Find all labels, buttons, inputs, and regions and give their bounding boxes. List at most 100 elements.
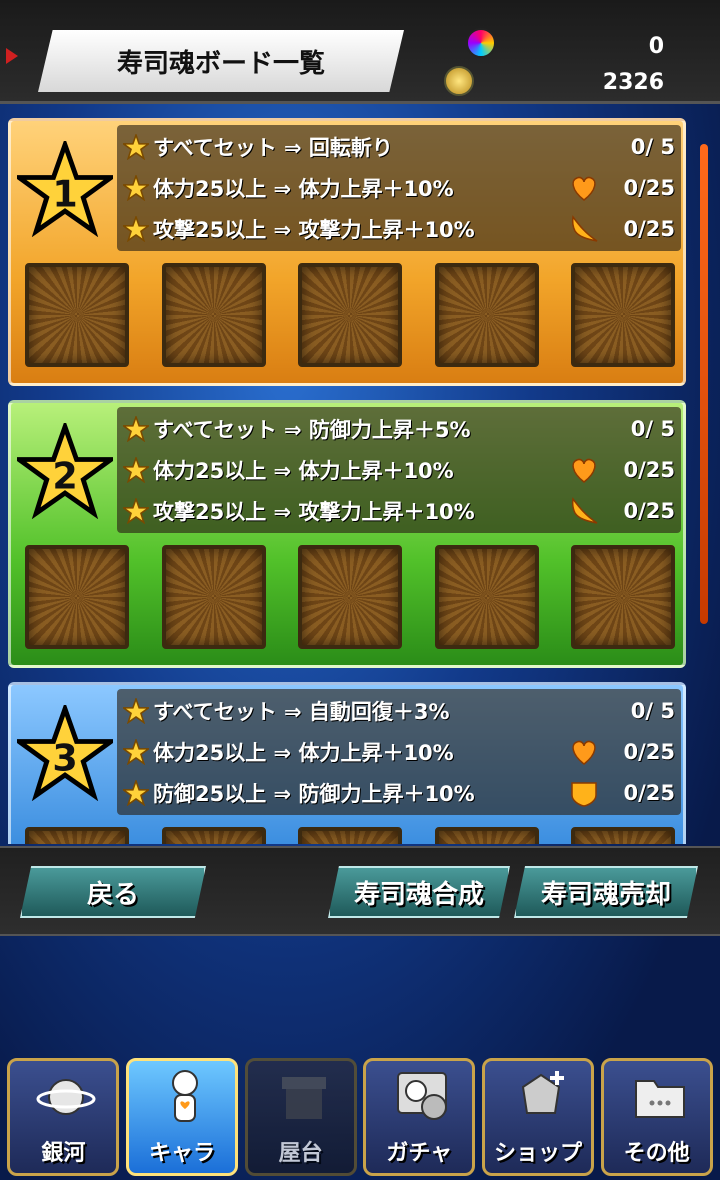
sushi-slot[interactable] — [434, 827, 539, 844]
sushi-slot[interactable] — [161, 263, 266, 367]
board-3[interactable]: 3 すべてセット ⇒ 自動回復＋3% 0/ 5 体力25以上 ⇒ 体力上昇＋10… — [8, 682, 686, 844]
bonus-count: 0/25 — [623, 176, 675, 200]
sushi-slot[interactable] — [25, 263, 129, 367]
bonus-count: 0/25 — [623, 499, 675, 523]
sushi-slot[interactable] — [571, 263, 675, 367]
star-icon — [123, 780, 149, 806]
sushi-slot[interactable] — [434, 263, 539, 367]
sushi-slot[interactable] — [571, 545, 675, 649]
scrollbar[interactable] — [700, 144, 708, 624]
claw-icon — [571, 215, 598, 242]
bonus-row: 攻撃25以上 ⇒ 攻撃力上昇＋10% 0/25 — [123, 491, 679, 531]
sushi-slot[interactable] — [161, 827, 266, 844]
gacha-icon — [397, 1072, 448, 1120]
folder-icon — [634, 1080, 685, 1118]
bonus-panel: すべてセット ⇒ 防御力上昇＋5% 0/ 5 体力25以上 ⇒ 体力上昇＋10%… — [117, 407, 681, 533]
bonus-row: 体力25以上 ⇒ 体力上昇＋10% 0/25 — [123, 732, 679, 772]
claw-icon — [571, 497, 598, 524]
bonus-text: 攻撃25以上 ⇒ 攻撃力上昇＋10% — [153, 500, 475, 524]
bottom-nav: 銀河 キャラ 屋台 ガチャ ショップ その他 — [0, 1056, 720, 1180]
bonus-row: 攻撃25以上 ⇒ 攻撃力上昇＋10% 0/25 — [123, 209, 679, 249]
nav-other[interactable]: その他 — [600, 1058, 713, 1176]
bonus-row: 体力25以上 ⇒ 体力上昇＋10% 0/25 — [123, 168, 679, 208]
heart-icon — [572, 740, 596, 765]
board-list[interactable]: 1 すべてセット ⇒ 回転斬り 0/ 5 体力25以上 ⇒ 体力上昇＋10% 0… — [0, 104, 720, 844]
slot-row — [25, 263, 675, 371]
nav-label: 銀河 — [41, 1141, 86, 1166]
sushi-slot[interactable] — [298, 545, 402, 649]
top-header: 寿司魂ボード一覧 0 2326 — [0, 0, 720, 104]
nav-label: キャラ — [148, 1141, 215, 1166]
bonus-row: すべてセット ⇒ 回転斬り 0/ 5 — [123, 127, 679, 167]
sushi-slot[interactable] — [434, 545, 539, 649]
star-icon — [123, 457, 149, 483]
fuse-button[interactable]: 寿司魂合成 — [328, 866, 510, 918]
bonus-text: 体力25以上 ⇒ 体力上昇＋10% — [153, 459, 454, 483]
bonus-text: 体力25以上 ⇒ 体力上昇＋10% — [153, 177, 454, 201]
coin-count: 2326 — [602, 70, 664, 95]
nav-stall[interactable]: 屋台 — [244, 1058, 357, 1176]
stall-icon — [281, 1077, 326, 1119]
bonus-count: 0/25 — [623, 458, 675, 482]
sushi-slot[interactable] — [571, 827, 675, 844]
star-icon — [123, 698, 149, 724]
planet-icon — [36, 1079, 96, 1115]
gem-count: 0 — [648, 34, 664, 59]
nav-label: 屋台 — [278, 1141, 323, 1166]
coin-icon — [444, 66, 474, 96]
nav-label: ガチャ — [386, 1141, 453, 1166]
bonus-count: 0/25 — [623, 217, 675, 241]
board-number: 2 — [52, 454, 77, 497]
heart-icon — [572, 176, 596, 201]
star-number-icon: 1 — [17, 141, 113, 237]
bonus-text: すべてセット ⇒ 防御力上昇＋5% — [153, 418, 471, 442]
sushi-slot[interactable] — [25, 827, 129, 844]
bonus-text: すべてセット ⇒ 自動回復＋3% — [153, 700, 450, 724]
star-number-icon: 2 — [17, 423, 113, 519]
bonus-text: 防御25以上 ⇒ 防御力上昇＋10% — [153, 782, 475, 806]
bonus-text: 体力25以上 ⇒ 体力上昇＋10% — [153, 741, 454, 765]
slot-row — [25, 827, 675, 844]
star-icon — [123, 416, 149, 442]
nav-shop[interactable]: ショップ — [481, 1058, 594, 1176]
sell-button[interactable]: 寿司魂売却 — [514, 866, 698, 918]
star-icon — [123, 134, 149, 160]
character-icon — [171, 1070, 198, 1122]
sushi-slot[interactable] — [298, 263, 402, 367]
sushi-slot[interactable] — [25, 545, 129, 649]
board-number: 1 — [52, 172, 77, 215]
star-icon — [123, 175, 149, 201]
bonus-row: 防御25以上 ⇒ 防御力上昇＋10% 0/25 — [123, 773, 679, 813]
shield-icon — [571, 782, 597, 807]
nav-gacha[interactable]: ガチャ — [363, 1058, 476, 1176]
bonus-row: すべてセット ⇒ 自動回復＋3% 0/ 5 — [123, 691, 679, 731]
bonus-count: 0/ 5 — [630, 135, 675, 159]
action-bar: 戻る 寿司魂合成 寿司魂売却 — [0, 846, 720, 936]
bonus-text: すべてセット ⇒ 回転斬り — [153, 136, 393, 160]
board-1[interactable]: 1 すべてセット ⇒ 回転斬り 0/ 5 体力25以上 ⇒ 体力上昇＋10% 0… — [8, 118, 686, 386]
star-number-icon: 3 — [17, 705, 113, 801]
star-icon — [123, 216, 149, 242]
heart-icon — [572, 458, 596, 483]
board-2[interactable]: 2 すべてセット ⇒ 防御力上昇＋5% 0/ 5 体力25以上 ⇒ 体力上昇＋1… — [8, 400, 686, 668]
page-title: 寿司魂ボード一覧 — [116, 48, 325, 79]
nav-label: その他 — [623, 1141, 690, 1166]
board-number: 3 — [52, 736, 77, 779]
star-icon — [123, 498, 149, 524]
back-button[interactable]: 戻る — [20, 866, 206, 918]
nav-galaxy[interactable]: 銀河 — [7, 1058, 120, 1176]
gem-icon — [466, 28, 496, 58]
nav-label: ショップ — [493, 1141, 582, 1166]
menu-arrow-icon[interactable] — [6, 48, 18, 64]
bonus-count: 0/ 5 — [630, 699, 675, 723]
nav-character[interactable]: キャラ — [125, 1058, 238, 1176]
shop-icon — [521, 1071, 564, 1114]
bonus-count: 0/25 — [623, 781, 675, 805]
bonus-row: すべてセット ⇒ 防御力上昇＋5% 0/ 5 — [123, 409, 679, 449]
sushi-slot[interactable] — [161, 545, 266, 649]
bonus-panel: すべてセット ⇒ 回転斬り 0/ 5 体力25以上 ⇒ 体力上昇＋10% 0/2… — [117, 125, 681, 251]
slot-row — [25, 545, 675, 653]
bonus-panel: すべてセット ⇒ 自動回復＋3% 0/ 5 体力25以上 ⇒ 体力上昇＋10% … — [117, 689, 681, 815]
sushi-slot[interactable] — [298, 827, 402, 844]
bonus-count: 0/ 5 — [630, 417, 675, 441]
